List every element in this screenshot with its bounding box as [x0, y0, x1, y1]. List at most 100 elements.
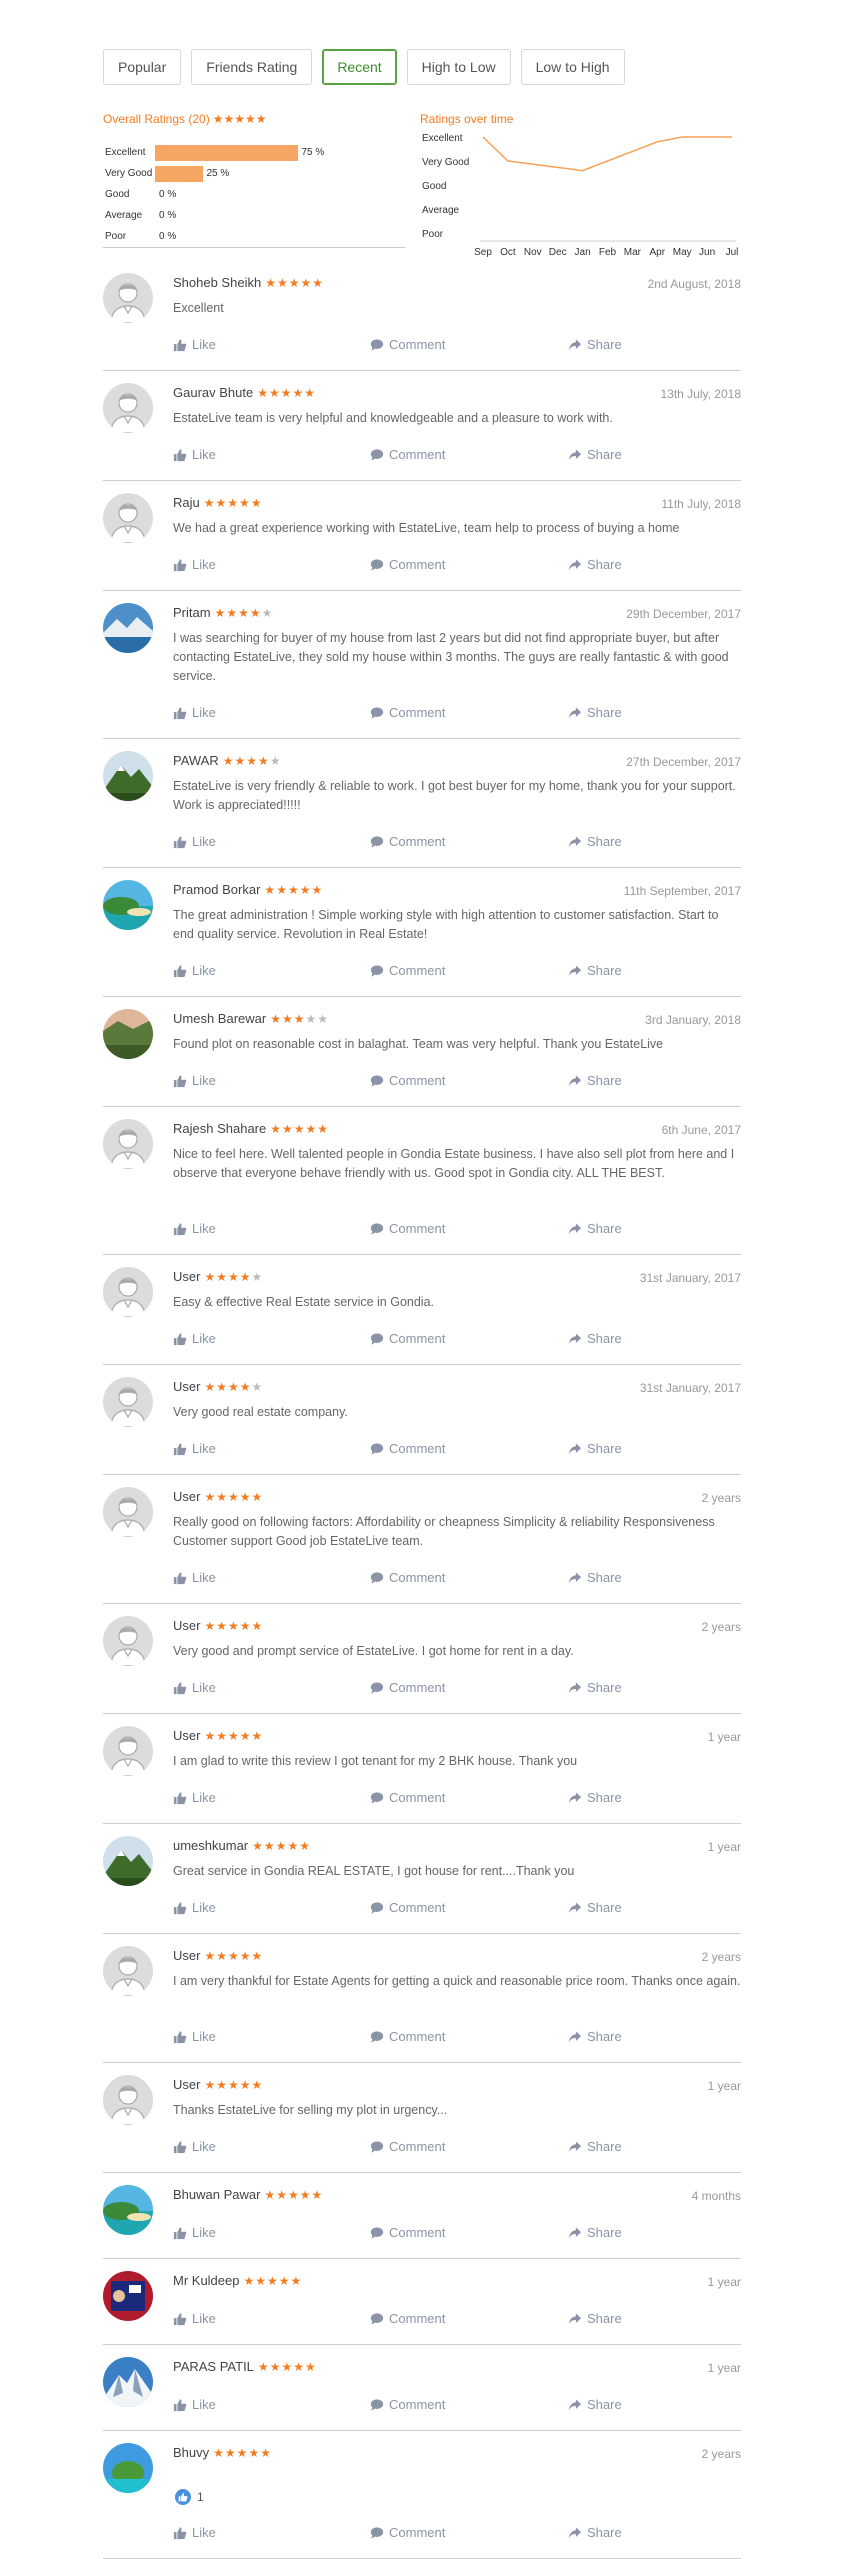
share-button[interactable]: Share [568, 1570, 622, 1585]
comment-button[interactable]: Comment [370, 557, 445, 572]
comment-button[interactable]: Comment [370, 1680, 445, 1695]
reviewer-name[interactable]: Gaurav Bhute [173, 385, 253, 400]
comment-button[interactable]: Comment [370, 1331, 445, 1346]
reviewer-name[interactable]: umeshkumar [173, 1838, 248, 1853]
tab-low-to-high[interactable]: Low to High [520, 49, 625, 85]
comment-button[interactable]: Comment [370, 1900, 445, 1915]
reviewer-name[interactable]: PAWAR [173, 753, 219, 768]
comment-button[interactable]: Comment [370, 2397, 445, 2412]
reviewer-name[interactable]: User [173, 1618, 200, 1633]
review-avatar[interactable] [103, 2271, 153, 2321]
reviewer-name[interactable]: Shoheb Sheikh [173, 275, 261, 290]
like-button[interactable]: Like [173, 1570, 216, 1585]
share-button[interactable]: Share [568, 1900, 622, 1915]
tab-high-to-low[interactable]: High to Low [406, 49, 511, 85]
like-button[interactable]: Like [173, 2397, 216, 2412]
share-button[interactable]: Share [568, 705, 622, 720]
like-button[interactable]: Like [173, 2311, 216, 2326]
review-avatar[interactable] [103, 2075, 153, 2125]
reviewer-name[interactable]: Raju [173, 495, 200, 510]
tab-recent[interactable]: Recent [322, 49, 397, 85]
comment-button[interactable]: Comment [370, 1790, 445, 1805]
share-button[interactable]: Share [568, 2311, 622, 2326]
like-button[interactable]: Like [173, 447, 216, 462]
comment-button[interactable]: Comment [370, 2029, 445, 2044]
comment-button[interactable]: Comment [370, 834, 445, 849]
comment-button[interactable]: Comment [370, 337, 445, 352]
review-avatar[interactable] [103, 1836, 153, 1886]
comment-button[interactable]: Comment [370, 2139, 445, 2154]
share-button[interactable]: Share [568, 963, 622, 978]
share-button[interactable]: Share [568, 1073, 622, 1088]
reviewer-name[interactable]: User [173, 1489, 200, 1504]
share-button[interactable]: Share [568, 2225, 622, 2240]
like-button[interactable]: Like [173, 2139, 216, 2154]
share-button[interactable]: Share [568, 1790, 622, 1805]
share-button[interactable]: Share [568, 1221, 622, 1236]
review-avatar[interactable] [103, 880, 153, 930]
review-avatar[interactable] [103, 603, 153, 653]
like-button[interactable]: Like [173, 2225, 216, 2240]
comment-button[interactable]: Comment [370, 1221, 445, 1236]
share-button[interactable]: Share [568, 557, 622, 572]
share-button[interactable]: Share [568, 1331, 622, 1346]
reviewer-name[interactable]: Bhuvy [173, 2445, 209, 2460]
reviewer-name[interactable]: User [173, 1379, 200, 1394]
reviewer-name[interactable]: Mr Kuldeep [173, 2273, 239, 2288]
share-button[interactable]: Share [568, 2029, 622, 2044]
review-avatar[interactable] [103, 1946, 153, 1996]
reviewer-name[interactable]: Bhuwan Pawar [173, 2187, 260, 2202]
share-button[interactable]: Share [568, 337, 622, 352]
like-button[interactable]: Like [173, 705, 216, 720]
comment-button[interactable]: Comment [370, 447, 445, 462]
review-avatar[interactable] [103, 2443, 153, 2493]
like-button[interactable]: Like [173, 1680, 216, 1695]
review-avatar[interactable] [103, 1009, 153, 1059]
like-button[interactable]: Like [173, 557, 216, 572]
share-button[interactable]: Share [568, 1441, 622, 1456]
like-button[interactable]: Like [173, 1073, 216, 1088]
tab-popular[interactable]: Popular [103, 49, 182, 85]
like-button[interactable]: Like [173, 1900, 216, 1915]
like-button[interactable]: Like [173, 1221, 216, 1236]
share-button[interactable]: Share [568, 2397, 622, 2412]
comment-button[interactable]: Comment [370, 2311, 445, 2326]
comment-button[interactable]: Comment [370, 1570, 445, 1585]
share-button[interactable]: Share [568, 2525, 622, 2540]
reviewer-name[interactable]: Pramod Borkar [173, 882, 260, 897]
share-button[interactable]: Share [568, 1680, 622, 1695]
review-avatar[interactable] [103, 751, 153, 801]
tab-friends-rating[interactable]: Friends Rating [191, 49, 313, 85]
like-button[interactable]: Like [173, 1331, 216, 1346]
reviewer-name[interactable]: User [173, 1728, 200, 1743]
comment-button[interactable]: Comment [370, 1073, 445, 1088]
review-avatar[interactable] [103, 2185, 153, 2235]
share-button[interactable]: Share [568, 447, 622, 462]
comment-button[interactable]: Comment [370, 963, 445, 978]
like-button[interactable]: Like [173, 963, 216, 978]
reviewer-name[interactable]: Umesh Barewar [173, 1011, 266, 1026]
comment-button[interactable]: Comment [370, 2525, 445, 2540]
reviewer-name[interactable]: PARAS PATIL [173, 2359, 254, 2374]
reviewer-name[interactable]: Pritam [173, 605, 211, 620]
reviewer-name[interactable]: Rajesh Shahare [173, 1121, 266, 1136]
like-button[interactable]: Like [173, 2525, 216, 2540]
reviewer-name[interactable]: User [173, 2077, 200, 2092]
like-button[interactable]: Like [173, 337, 216, 352]
share-button[interactable]: Share [568, 834, 622, 849]
review-avatar[interactable] [103, 273, 153, 323]
review-avatar[interactable] [103, 1616, 153, 1666]
comment-button[interactable]: Comment [370, 1441, 445, 1456]
comment-button[interactable]: Comment [370, 2225, 445, 2240]
like-button[interactable]: Like [173, 2029, 216, 2044]
share-button[interactable]: Share [568, 2139, 622, 2154]
reviewer-name[interactable]: User [173, 1948, 200, 1963]
review-avatar[interactable] [103, 1487, 153, 1537]
review-avatar[interactable] [103, 1377, 153, 1427]
review-avatar[interactable] [103, 493, 153, 543]
review-avatar[interactable] [103, 1119, 153, 1169]
like-button[interactable]: Like [173, 1441, 216, 1456]
review-avatar[interactable] [103, 2357, 153, 2407]
like-button[interactable]: Like [173, 834, 216, 849]
reviewer-name[interactable]: User [173, 1269, 200, 1284]
